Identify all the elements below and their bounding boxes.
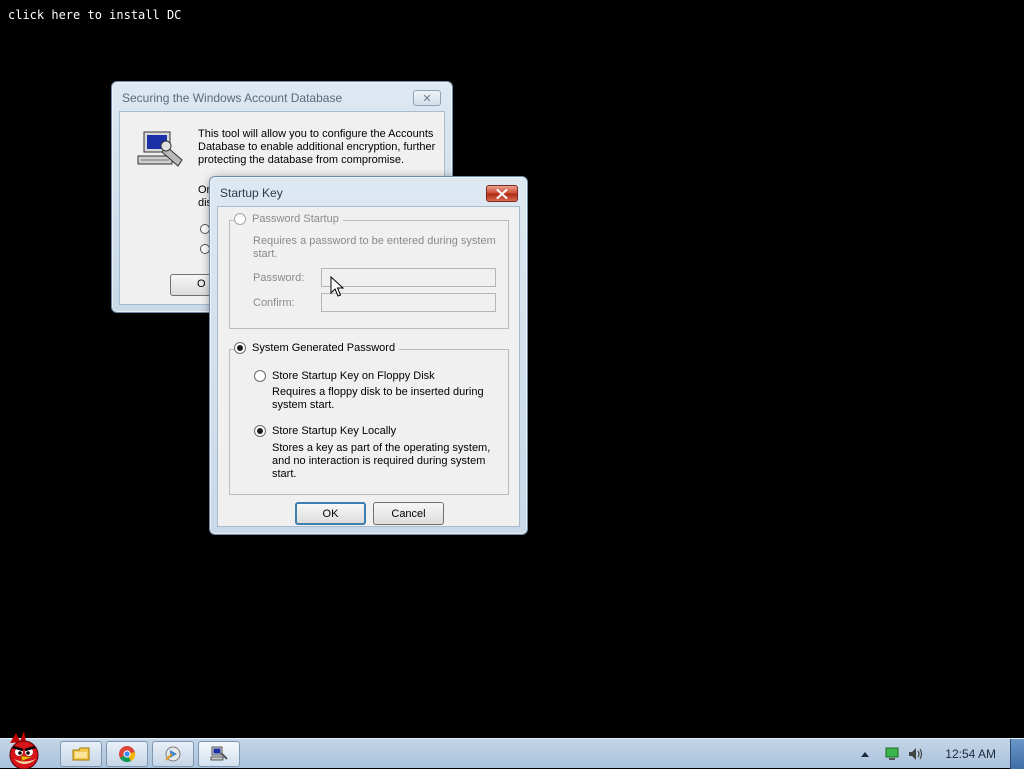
system-generated-radio[interactable]: System Generated Password	[234, 342, 400, 354]
show-desktop-button[interactable]	[1010, 739, 1024, 769]
cancel-button[interactable]: Cancel	[373, 502, 444, 525]
show-hidden-icons-arrow[interactable]	[860, 750, 870, 758]
startup-key-dialog: Startup Key Password Startup Requires a …	[209, 176, 528, 535]
media-taskbar-button[interactable]	[152, 741, 194, 767]
password-startup-radio[interactable]: Password Startup	[234, 213, 343, 225]
store-locally-radio[interactable]: Store Startup Key Locally	[254, 425, 396, 437]
password-startup-description: Requires a password to be entered during…	[253, 235, 496, 260]
confirm-label: Confirm:	[253, 297, 295, 309]
store-locally-description: Stores a key as part of the operating sy…	[272, 442, 491, 480]
active-program-icon	[210, 746, 228, 761]
install-dc-link[interactable]: click here to install DC	[8, 8, 181, 22]
network-icon[interactable]	[884, 747, 900, 761]
active-program-taskbar-button[interactable]	[198, 741, 240, 767]
explorer-taskbar-button[interactable]	[60, 741, 102, 767]
password-input[interactable]	[321, 268, 496, 287]
store-on-floppy-description: Requires a floppy disk to be inserted du…	[272, 386, 484, 411]
explorer-icon	[72, 747, 90, 761]
dialog-body: Password Startup Requires a password to …	[217, 206, 520, 527]
taskbar-clock[interactable]: 12:54 AM	[945, 747, 996, 761]
taskbar: 12:54 AM	[0, 731, 1024, 769]
radio-icon	[254, 370, 266, 382]
password-startup-group: Password Startup Requires a password to …	[229, 213, 509, 329]
password-startup-label: Password Startup	[252, 213, 339, 225]
radio-icon	[234, 213, 246, 225]
radio-icon	[254, 425, 266, 437]
password-label: Password:	[253, 272, 305, 284]
radio-icon	[234, 342, 246, 354]
system-generated-label: System Generated Password	[252, 342, 396, 354]
chrome-icon	[119, 746, 136, 763]
system-generated-group: System Generated Password Store Startup …	[229, 342, 509, 495]
window-title: Securing the Windows Account Database	[122, 91, 343, 105]
ok-button[interactable]: OK	[295, 502, 366, 525]
dialog-title: Startup Key	[220, 186, 283, 200]
close-icon[interactable]: ✕	[413, 90, 441, 106]
system-tray	[860, 739, 924, 769]
database-tool-description: This tool will allow you to configure th…	[198, 128, 436, 166]
start-button-bird-icon[interactable]	[2, 731, 48, 769]
store-on-floppy-radio[interactable]: Store Startup Key on Floppy Disk	[254, 370, 435, 382]
store-locally-label: Store Startup Key Locally	[272, 425, 397, 437]
computer-lock-icon	[137, 131, 183, 167]
chrome-taskbar-button[interactable]	[106, 741, 148, 767]
confirm-input[interactable]	[321, 293, 496, 312]
media-icon	[165, 746, 181, 762]
close-icon	[496, 188, 508, 199]
close-button[interactable]	[486, 185, 518, 202]
mouse-cursor-icon	[330, 276, 344, 297]
store-on-floppy-label: Store Startup Key on Floppy Disk	[272, 370, 435, 382]
volume-icon[interactable]	[908, 747, 924, 761]
